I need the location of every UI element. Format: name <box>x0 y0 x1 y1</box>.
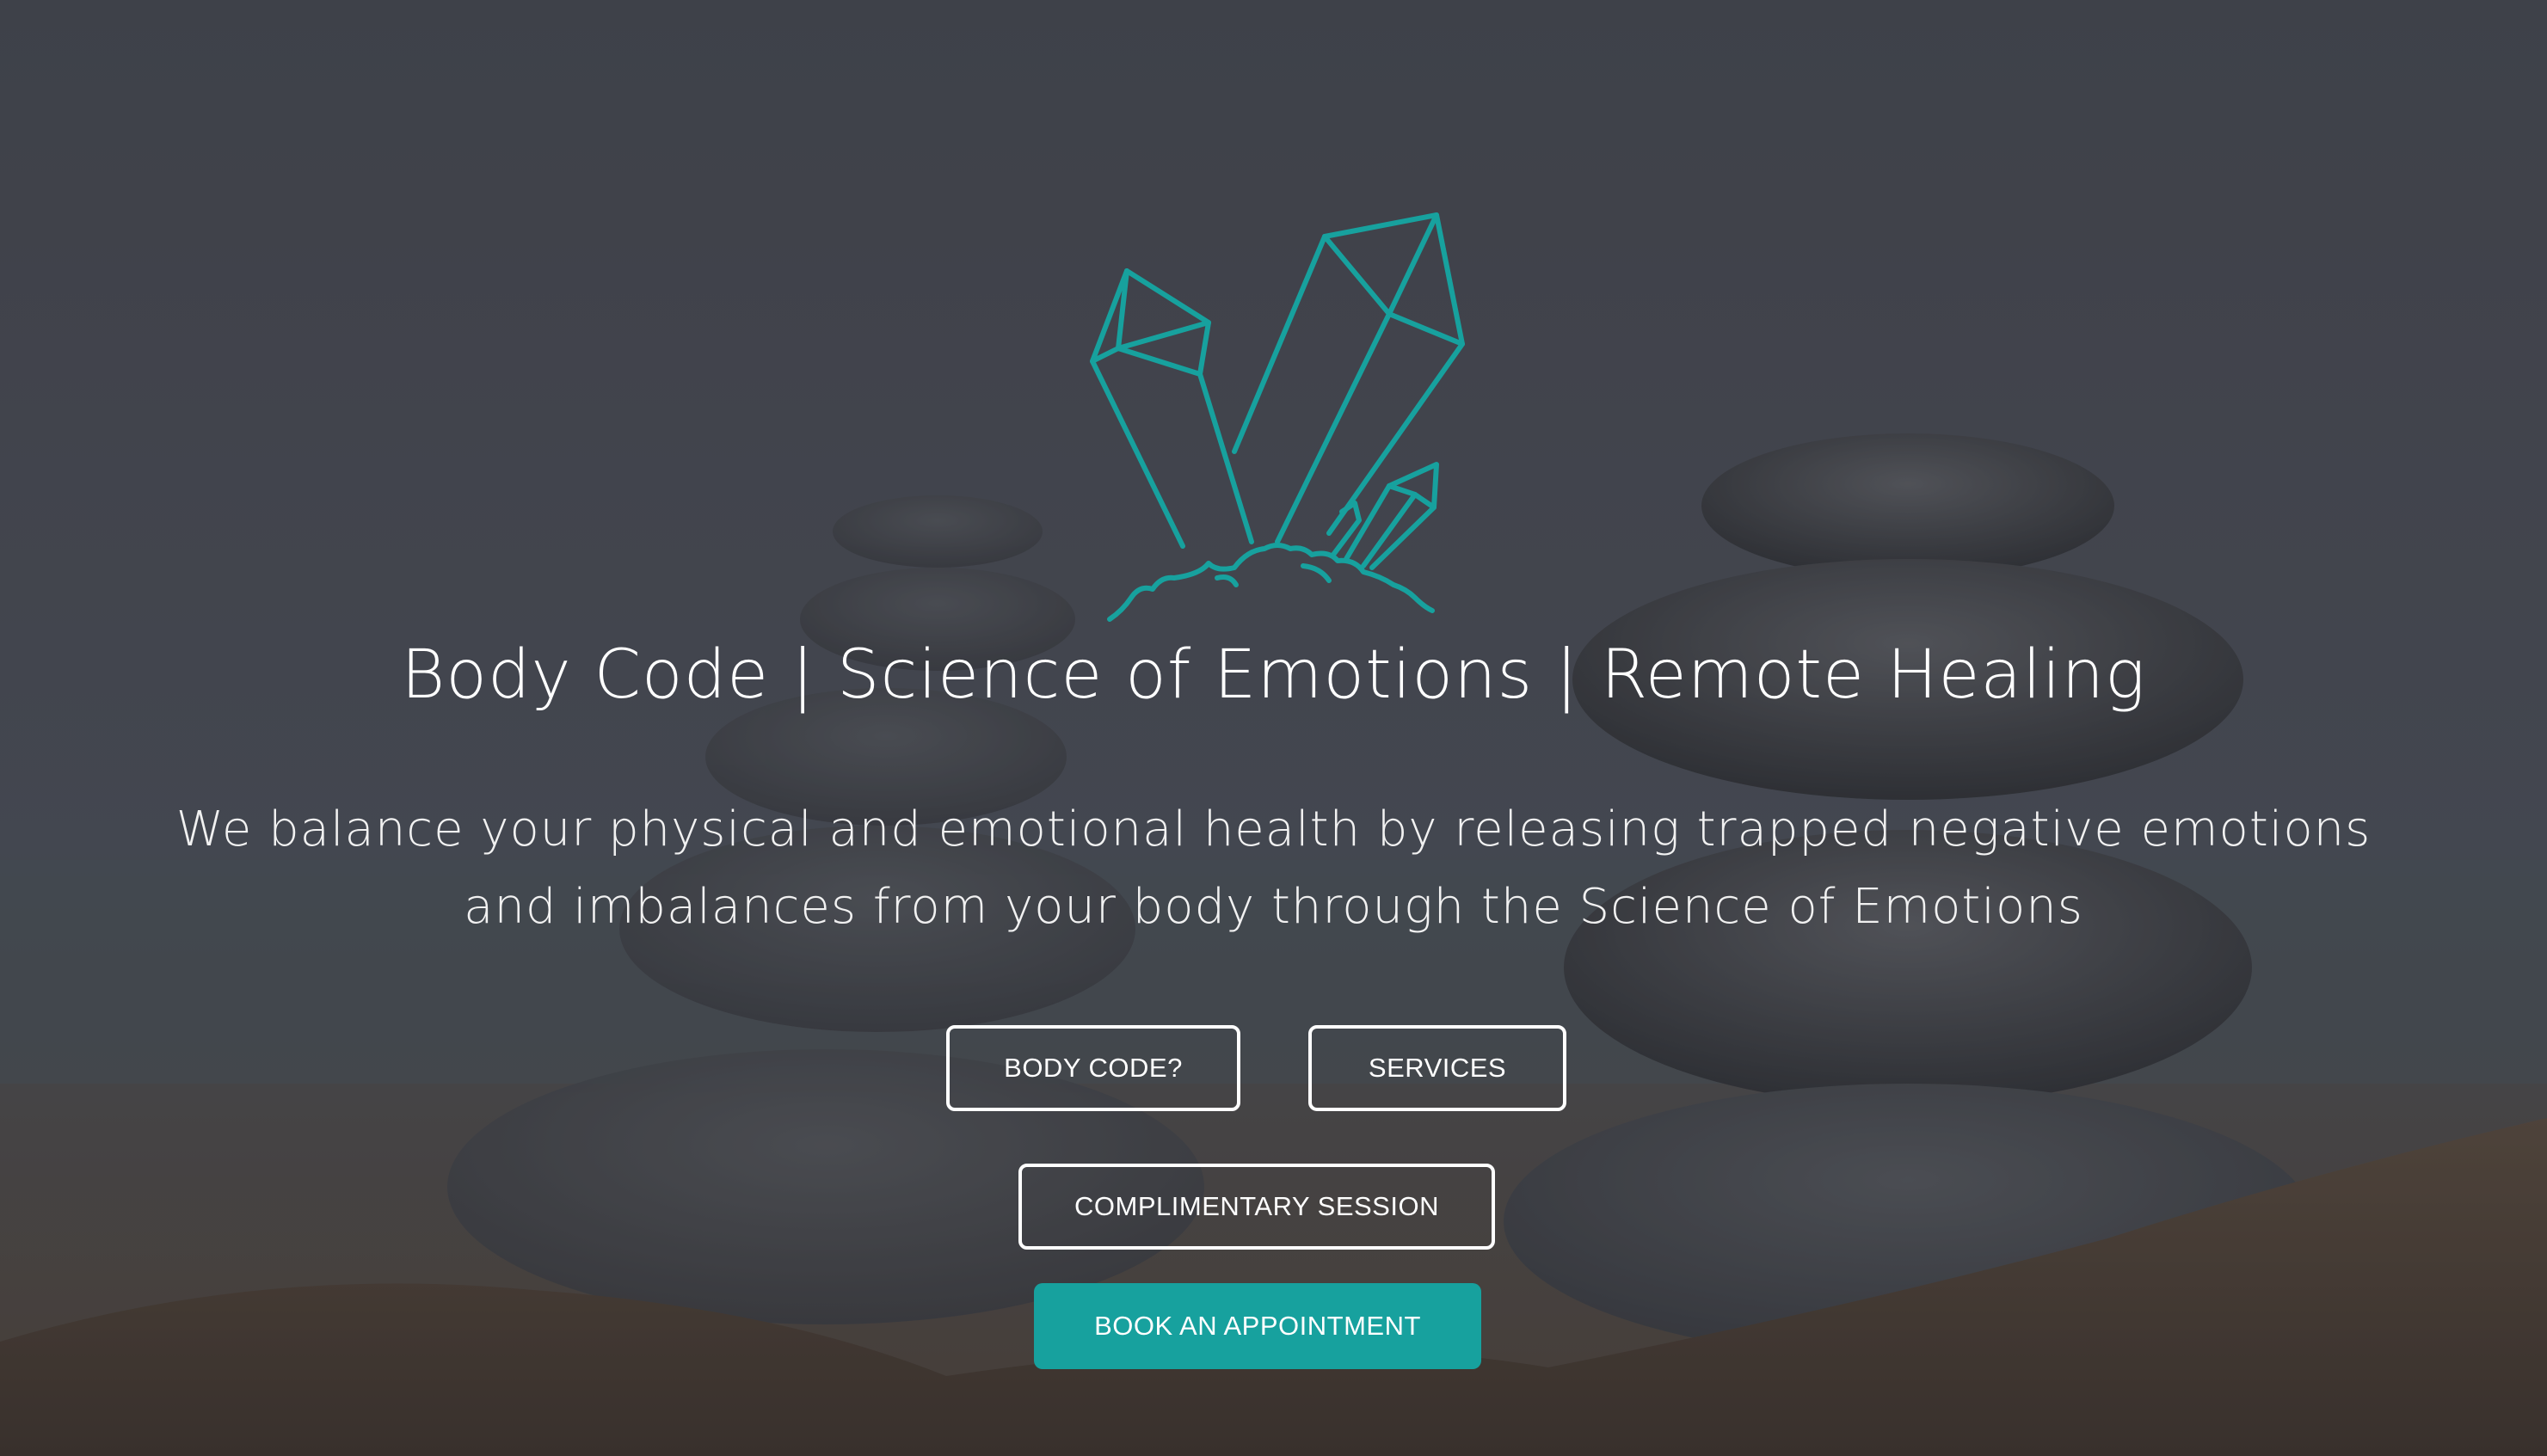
hero-subtitle: We balance your physical and emotional h… <box>86 791 2461 946</box>
page-title: Body Code | Science of Emotions | Remote… <box>401 636 2146 714</box>
body-code-button[interactable]: BODY CODE? <box>946 1025 1240 1111</box>
hero-content: Body Code | Science of Emotions | Remote… <box>0 0 2547 1456</box>
hero-section: Body Code | Science of Emotions | Remote… <box>0 0 2547 1456</box>
subtitle-line-2: and imbalances from your body through th… <box>464 879 2083 935</box>
subtitle-line-1: We balance your physical and emotional h… <box>175 802 2372 857</box>
services-button[interactable]: SERVICES <box>1308 1025 1566 1111</box>
crystals-icon <box>1090 212 1465 622</box>
book-appointment-button[interactable]: BOOK AN APPOINTMENT <box>1034 1283 1481 1369</box>
complimentary-session-button[interactable]: COMPLIMENTARY SESSION <box>1018 1164 1495 1250</box>
